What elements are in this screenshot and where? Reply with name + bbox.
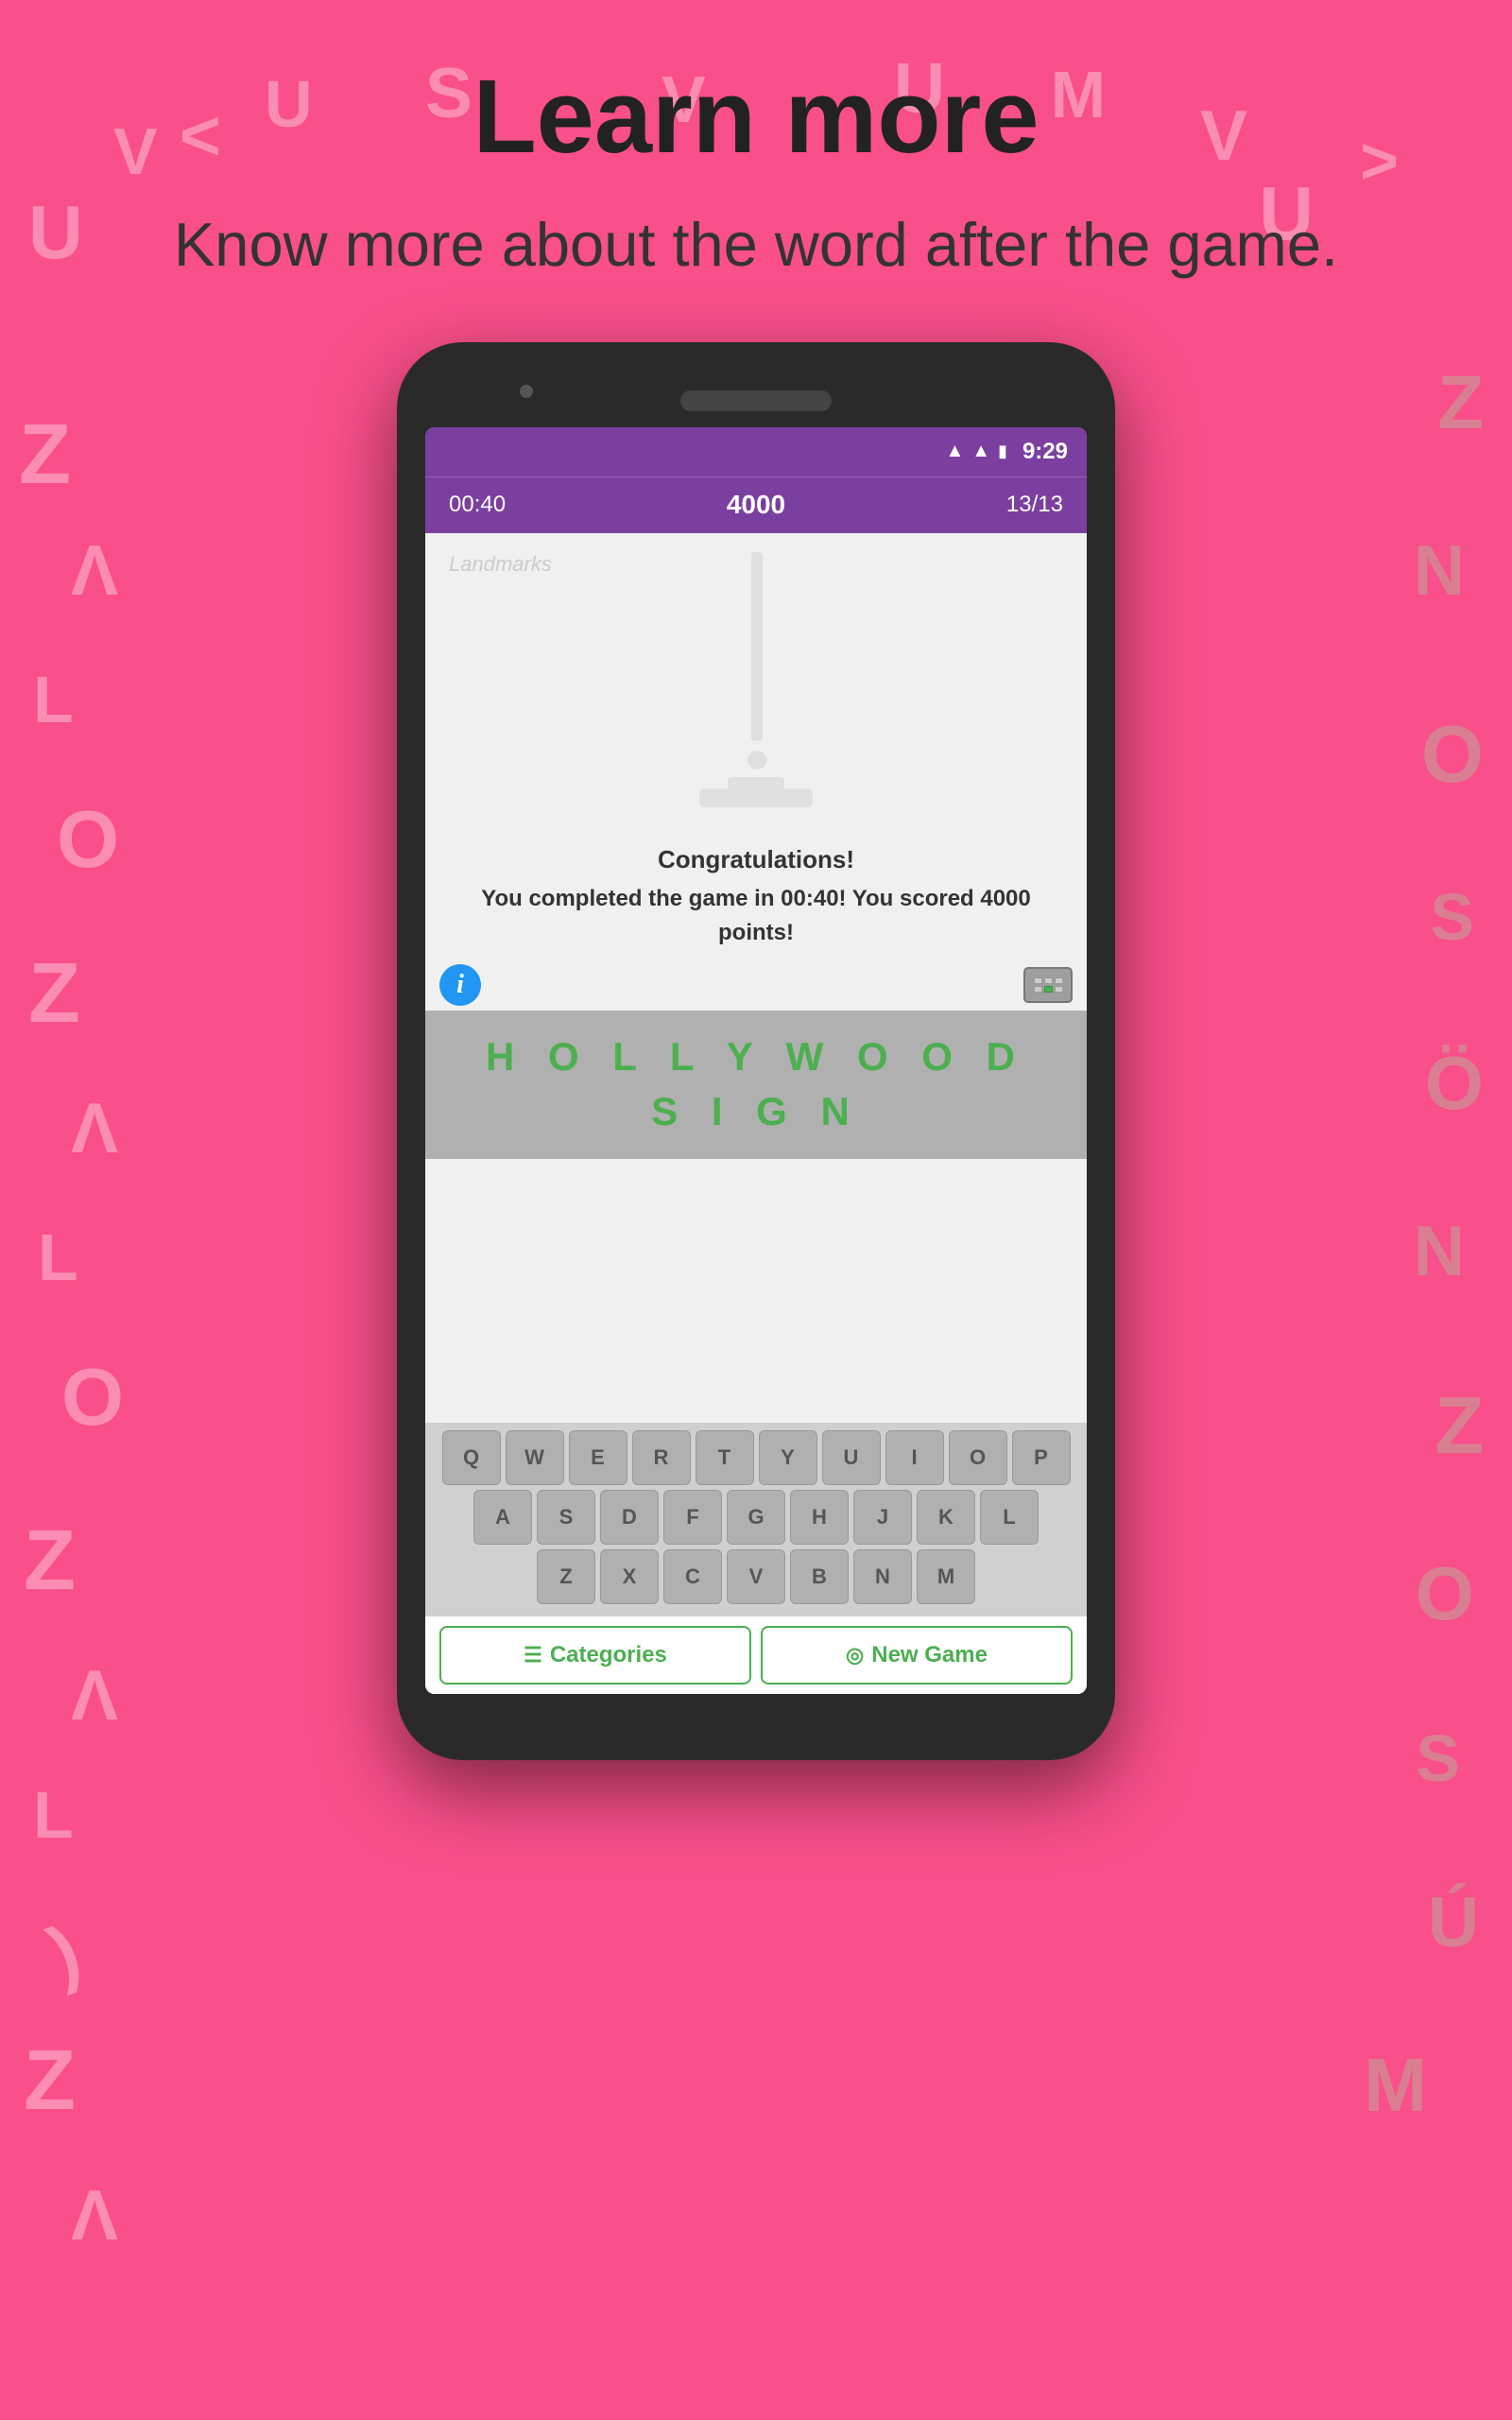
key-h[interactable]: H — [790, 1490, 849, 1545]
key-d[interactable]: D — [600, 1490, 659, 1545]
categories-label: Categories — [550, 1642, 667, 1668]
key-q[interactable]: Q — [442, 1430, 501, 1485]
icon-row: i — [425, 959, 1087, 1011]
key-z[interactable]: Z — [537, 1549, 595, 1604]
status-time: 9:29 — [1022, 439, 1068, 465]
page-subtitle: Know more about the word after the game. — [0, 205, 1512, 285]
congrats-area: Congratulations! You completed the game … — [425, 836, 1087, 959]
congrats-body: You completed the game in 00:40! You sco… — [454, 882, 1058, 950]
hangman-figure — [662, 543, 850, 826]
answer-word-line2: S I G N — [435, 1084, 1077, 1140]
category-label: Landmarks — [449, 552, 552, 577]
key-a[interactable]: A — [473, 1490, 532, 1545]
bg-letter: Z — [24, 2032, 76, 2130]
bottom-buttons: ☰ Categories ◎ New Game — [425, 1616, 1087, 1694]
game-progress: 13/13 — [1006, 492, 1063, 518]
categories-button[interactable]: ☰ Categories — [439, 1626, 751, 1685]
new-game-button[interactable]: ◎ New Game — [761, 1626, 1073, 1685]
phone-top-bar — [425, 371, 1087, 418]
key-c[interactable]: C — [663, 1549, 722, 1604]
game-timer: 00:40 — [449, 492, 506, 518]
top-section: Learn more Know more about the word afte… — [0, 0, 1512, 285]
answer-word-line1: H O L L Y W O O D — [435, 1029, 1077, 1085]
keyboard-row-2: A S D F G H J K L — [430, 1490, 1082, 1545]
key-k[interactable]: K — [917, 1490, 975, 1545]
key-e[interactable]: E — [569, 1430, 627, 1485]
key-j[interactable]: J — [853, 1490, 912, 1545]
bg-letter: Λ — [71, 2174, 118, 2256]
phone-screen: ▲ ▲ ▮ 9:29 00:40 4000 13/13 Landmarks — [425, 427, 1087, 1694]
game-header: 00:40 4000 13/13 — [425, 476, 1087, 533]
key-r[interactable]: R — [632, 1430, 691, 1485]
key-y[interactable]: Y — [759, 1430, 817, 1485]
key-w[interactable]: W — [506, 1430, 564, 1485]
phone-device: ▲ ▲ ▮ 9:29 00:40 4000 13/13 Landmarks — [397, 342, 1115, 1760]
key-x[interactable]: X — [600, 1549, 659, 1604]
game-score: 4000 — [727, 490, 785, 520]
key-v[interactable]: V — [727, 1549, 785, 1604]
phone-speaker — [680, 390, 832, 411]
congrats-title: Congratulations! — [454, 845, 1058, 874]
new-game-label: New Game — [871, 1642, 988, 1668]
key-t[interactable]: T — [696, 1430, 754, 1485]
keyboard-area: Q W E R T Y U I O P A S D F G H — [425, 1423, 1087, 1616]
page-title: Learn more — [0, 57, 1512, 177]
key-o[interactable]: O — [949, 1430, 1007, 1485]
hangman-area — [425, 533, 1087, 836]
key-b[interactable]: B — [790, 1549, 849, 1604]
key-m[interactable]: M — [917, 1549, 975, 1604]
key-s[interactable]: S — [537, 1490, 595, 1545]
wifi-icon: ▲ — [945, 441, 964, 462]
key-i[interactable]: I — [885, 1430, 944, 1485]
status-icons: ▲ ▲ ▮ 9:29 — [945, 439, 1068, 465]
key-n[interactable]: N — [853, 1549, 912, 1604]
phone-camera — [520, 385, 533, 398]
keyboard-row-1: Q W E R T Y U I O P — [430, 1430, 1082, 1485]
battery-icon: ▮ — [998, 441, 1007, 461]
game-content: Landmarks Congratulations! — [425, 533, 1087, 1423]
bg-letter: Ú — [1428, 1881, 1479, 1962]
key-p[interactable]: P — [1012, 1430, 1071, 1485]
key-f[interactable]: F — [663, 1490, 722, 1545]
status-bar: ▲ ▲ ▮ 9:29 — [425, 427, 1087, 476]
key-l[interactable]: L — [980, 1490, 1039, 1545]
phone-wrapper: ▲ ▲ ▮ 9:29 00:40 4000 13/13 Landmarks — [0, 342, 1512, 1760]
categories-icon: ☰ — [524, 1643, 542, 1668]
keyboard-icon[interactable] — [1023, 967, 1073, 1003]
keyboard-row-3: Z X C V B N M — [430, 1549, 1082, 1604]
info-icon[interactable]: i — [439, 964, 481, 1006]
signal-icon: ▲ — [971, 441, 990, 462]
key-u[interactable]: U — [822, 1430, 881, 1485]
bg-letter: M — [1364, 2042, 1427, 2129]
bg-letter: ) — [38, 1908, 91, 1998]
new-game-icon: ◎ — [846, 1643, 864, 1668]
bg-letter: L — [33, 1777, 74, 1853]
answer-display: H O L L Y W O O D S I G N — [425, 1011, 1087, 1160]
key-g[interactable]: G — [727, 1490, 785, 1545]
